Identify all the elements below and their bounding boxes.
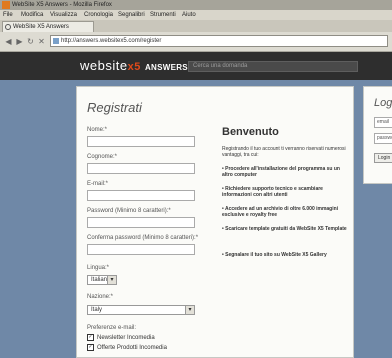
site-header: websitex5 ANSWERS Cerca una domanda [0, 52, 392, 80]
menu-aiuto[interactable]: Aiuto [182, 10, 196, 20]
site-icon [53, 38, 59, 44]
login-button[interactable]: Login [374, 153, 392, 163]
welcome-bullet: • Segnalare il tuo sito su WebSite X5 Ga… [222, 252, 327, 258]
menu-segnalibri[interactable]: Segnalibri [118, 10, 145, 20]
tab-bar: WebSite X5 Answers [0, 20, 392, 32]
surname-input[interactable] [87, 163, 195, 174]
search-input[interactable]: Cerca una domanda [188, 61, 358, 72]
menu-cronologia[interactable]: Cronologia [84, 10, 113, 20]
menu-file[interactable]: File [3, 10, 13, 20]
name-input[interactable] [87, 136, 195, 147]
nation-label: Nazione:* [87, 294, 114, 300]
welcome-title: Benvenuto [222, 126, 279, 138]
register-title: Registrati [87, 100, 142, 115]
back-icon[interactable]: ◀ [4, 36, 13, 47]
login-password-input[interactable]: password [374, 133, 392, 144]
welcome-bullet: • Richiedere supporto tecnico e scambiar… [222, 186, 323, 198]
email-input[interactable] [87, 190, 195, 201]
menu-strumenti[interactable]: Strumenti [150, 10, 176, 20]
offers-checkbox[interactable]: ✓ [87, 344, 94, 351]
nation-select[interactable]: Italy ▾ [87, 305, 195, 315]
window-titlebar: WebSite X5 Answers - Mozilla Firefox [0, 0, 392, 10]
forward-icon[interactable]: ▶ [15, 36, 24, 47]
newsletter-option[interactable]: ✓ Newsletter Incomedia [87, 334, 155, 341]
stop-icon[interactable]: ✕ [37, 36, 46, 47]
password-label: Password (Minimo 8 caratteri):* [87, 208, 171, 214]
navigation-bar: ◀ ▶ ↻ ✕ http://answers.websitex5.com/reg… [0, 32, 392, 52]
name-label: Nome:* [87, 127, 108, 133]
url-text: http://answers.websitex5.com/register [61, 38, 162, 44]
welcome-bullet: • Scaricare template gratuiti da WebSite… [222, 226, 347, 232]
reload-icon[interactable]: ↻ [26, 36, 35, 47]
register-panel: Registrati Nome:* Cognome:* E-mail:* Pas… [76, 86, 354, 358]
welcome-bullet: • Procedere all'installazione del progra… [222, 166, 340, 178]
menu-visualizza[interactable]: Visualizza [50, 10, 77, 20]
password-input[interactable] [87, 217, 195, 228]
email-prefs-label: Preferenze e-mail: [87, 325, 137, 331]
language-select[interactable]: Italian ▾ [87, 275, 117, 285]
login-title: Login [374, 97, 392, 109]
welcome-bullet: • Accedere ad un archivio di oltre 6.000… [222, 206, 339, 218]
welcome-intro: Registrando il tuo account ti verranno r… [222, 146, 346, 158]
window-title: WebSite X5 Answers - Mozilla Firefox [12, 2, 112, 8]
site-logo[interactable]: websitex5 ANSWERS [80, 59, 188, 75]
login-panel: Login email password Login [363, 86, 392, 184]
menu-bar: File Modifica Visualizza Cronologia Segn… [0, 10, 392, 20]
tab-label: WebSite X5 Answers [13, 24, 69, 30]
offers-option[interactable]: ✓ Offerte Prodotti Incomedia [87, 344, 167, 351]
browser-tab[interactable]: WebSite X5 Answers [2, 21, 94, 32]
chevron-down-icon: ▾ [107, 276, 116, 284]
confirm-password-label: Conferma password (Minimo 8 caratteri):* [87, 235, 199, 241]
firefox-icon [2, 1, 10, 9]
globe-icon [5, 24, 11, 30]
email-label: E-mail:* [87, 181, 109, 187]
newsletter-checkbox[interactable]: ✓ [87, 334, 94, 341]
url-bar[interactable]: http://answers.websitex5.com/register [50, 35, 388, 47]
confirm-password-input[interactable] [87, 244, 195, 255]
menu-modifica[interactable]: Modifica [21, 10, 43, 20]
chevron-down-icon: ▾ [185, 306, 194, 314]
surname-label: Cognome:* [87, 154, 118, 160]
language-label: Lingua:* [87, 265, 110, 271]
login-email-input[interactable]: email [374, 117, 392, 128]
